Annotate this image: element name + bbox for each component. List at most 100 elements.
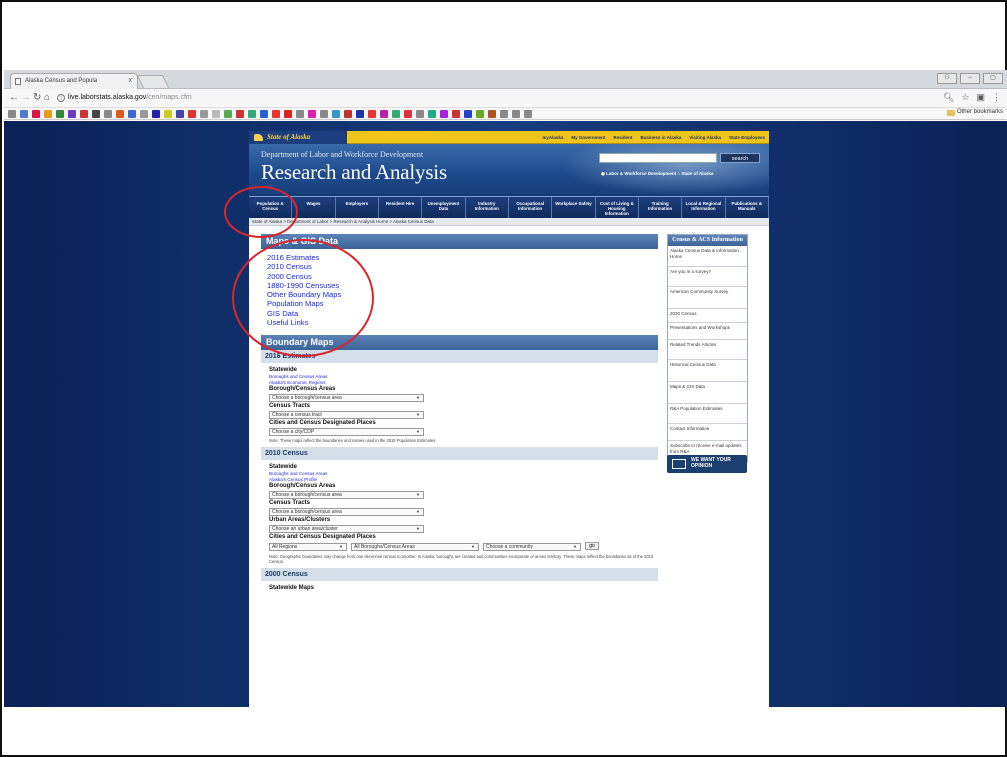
bookmark-icon[interactable]: [452, 110, 460, 118]
urban-select[interactable]: Choose an urban area/cluster: [269, 525, 424, 534]
sidebar-item[interactable]: American Community Survey: [668, 287, 747, 309]
region-select[interactable]: All Regions: [269, 543, 347, 552]
sidebar-item[interactable]: Maps & GIS Data: [668, 382, 747, 404]
community-select[interactable]: Choose a community: [483, 543, 581, 552]
bookmark-icon[interactable]: [116, 110, 124, 118]
breadcrumb[interactable]: State of Alaska > Department of Labor > …: [249, 218, 769, 226]
bookmark-icon[interactable]: [368, 110, 376, 118]
bookmark-icon[interactable]: [524, 110, 532, 118]
other-bookmarks[interactable]: Other bookmarks: [946, 109, 1003, 116]
bookmark-icon[interactable]: [200, 110, 208, 118]
nav-item[interactable]: Workplace Safety: [552, 197, 596, 218]
back-icon[interactable]: ←: [9, 92, 19, 104]
bookmark-icon[interactable]: [140, 110, 148, 118]
star-icon[interactable]: ☆: [961, 92, 969, 103]
state-link[interactable]: myAlaska: [542, 131, 563, 144]
bookmark-icon[interactable]: [344, 110, 352, 118]
bookmark-icon[interactable]: [272, 110, 280, 118]
bookmark-icon[interactable]: [404, 110, 412, 118]
nav-item[interactable]: Wages: [292, 197, 336, 218]
bookmark-icon[interactable]: [248, 110, 256, 118]
maximize-icon[interactable]: ▢: [983, 73, 1003, 84]
nav-item[interactable]: Population & Census: [249, 197, 293, 218]
tract-select[interactable]: Choose a census tract: [269, 411, 424, 420]
bookmark-icon[interactable]: [500, 110, 508, 118]
bookmark-icon[interactable]: [428, 110, 436, 118]
nav-item[interactable]: Occupational Information: [509, 197, 553, 218]
bookmark-icon[interactable]: [308, 110, 316, 118]
bookmark-icon[interactable]: [488, 110, 496, 118]
bookmark-icon[interactable]: [464, 110, 472, 118]
bookmark-icon[interactable]: [440, 110, 448, 118]
sidebar-item[interactable]: 2020 Census: [668, 309, 747, 323]
maps-link[interactable]: 2010 Census: [267, 262, 658, 271]
all-boroughs-select[interactable]: All Boroughs/Census Areas: [351, 543, 479, 552]
maps-link[interactable]: 2000 Census: [267, 272, 658, 281]
nav-item[interactable]: Training Information: [639, 197, 683, 218]
minimize-icon[interactable]: –: [960, 73, 980, 84]
nav-item[interactable]: Industry Information: [466, 197, 509, 218]
extension-icon[interactable]: ▣: [976, 92, 985, 103]
nav-item[interactable]: Local & Regional Information: [682, 197, 726, 218]
bookmark-icon[interactable]: [68, 110, 76, 118]
bookmark-icon[interactable]: [44, 110, 52, 118]
bookmark-icon[interactable]: [236, 110, 244, 118]
bookmark-icon[interactable]: [128, 110, 136, 118]
bookmark-icon[interactable]: [476, 110, 484, 118]
tract-select[interactable]: Choose a borough/census area: [269, 508, 424, 517]
bookmark-icon[interactable]: [356, 110, 364, 118]
site-title[interactable]: Research and Analysis: [261, 160, 447, 185]
bookmark-icon[interactable]: [392, 110, 400, 118]
bookmark-icon[interactable]: [104, 110, 112, 118]
maps-link[interactable]: GIS Data: [267, 309, 658, 318]
bookmark-icon[interactable]: [380, 110, 388, 118]
state-of-alaska-logo[interactable]: State of Alaska: [249, 131, 347, 144]
bookmark-icon[interactable]: [332, 110, 340, 118]
bookmark-icon[interactable]: [260, 110, 268, 118]
bookmark-icon[interactable]: [92, 110, 100, 118]
bookmark-icon[interactable]: [176, 110, 184, 118]
state-link[interactable]: My Government: [571, 131, 605, 144]
reload-icon[interactable]: ↻: [33, 92, 41, 104]
borough-select[interactable]: Choose a borough/census area: [269, 394, 424, 403]
close-tab-icon[interactable]: x: [129, 77, 133, 84]
city-select[interactable]: Choose a city/CDP: [269, 428, 424, 437]
menu-icon[interactable]: ⋮: [992, 92, 1001, 103]
bookmark-icon[interactable]: [320, 110, 328, 118]
sidebar-item[interactable]: Presentations and Workshops: [668, 323, 747, 340]
sidebar-item[interactable]: R&A Population Estimates: [668, 404, 747, 424]
sidebar-item[interactable]: Alaska Census Data & Information Home: [668, 246, 747, 267]
user-icon[interactable]: ⚇: [937, 73, 957, 84]
bookmark-icon[interactable]: [8, 110, 16, 118]
bookmark-icon[interactable]: [20, 110, 28, 118]
maps-link[interactable]: Other Boundary Maps: [267, 290, 658, 299]
sidebar-item[interactable]: Related Trends Articles: [668, 340, 747, 360]
bookmark-icon[interactable]: [80, 110, 88, 118]
sidebar-item[interactable]: Contact Information: [668, 424, 747, 441]
opinion-button[interactable]: WE WANT YOUR OPINION: [667, 455, 747, 473]
maps-link[interactable]: 2016 Estimates: [267, 253, 658, 262]
zoom-icon[interactable]: 🔍︎: [943, 92, 954, 103]
state-link[interactable]: Business in Alaska: [640, 131, 681, 144]
maps-link[interactable]: 1880-1990 Censuses: [267, 281, 658, 290]
state-link[interactable]: State Employees: [729, 131, 765, 144]
nav-item[interactable]: Employers: [336, 197, 379, 218]
info-icon[interactable]: i: [57, 94, 65, 102]
nav-item[interactable]: Publications & Manuals: [726, 197, 769, 218]
sidebar-item[interactable]: Are you in a survey?: [668, 267, 747, 287]
state-link[interactable]: Visiting Alaska: [689, 131, 721, 144]
bookmark-icon[interactable]: [224, 110, 232, 118]
bookmark-icon[interactable]: [164, 110, 172, 118]
maps-link[interactable]: Population Maps: [267, 299, 658, 308]
bookmark-icon[interactable]: [512, 110, 520, 118]
boundary-link[interactable]: Alaska's Economic Regions: [269, 380, 658, 386]
go-button[interactable]: go: [585, 542, 599, 551]
address-bar[interactable]: i live.laborstats.alaska.gov/cen/maps.cf…: [56, 91, 926, 105]
bookmark-icon[interactable]: [56, 110, 64, 118]
boundary-link[interactable]: Alaska's Census Profile: [269, 477, 658, 483]
sidebar-item[interactable]: Historical Census Data: [668, 360, 747, 382]
bookmark-icon[interactable]: [188, 110, 196, 118]
maps-link[interactable]: Useful Links: [267, 318, 658, 327]
borough-select[interactable]: Choose a borough/census area: [269, 491, 424, 500]
bookmark-icon[interactable]: [284, 110, 292, 118]
